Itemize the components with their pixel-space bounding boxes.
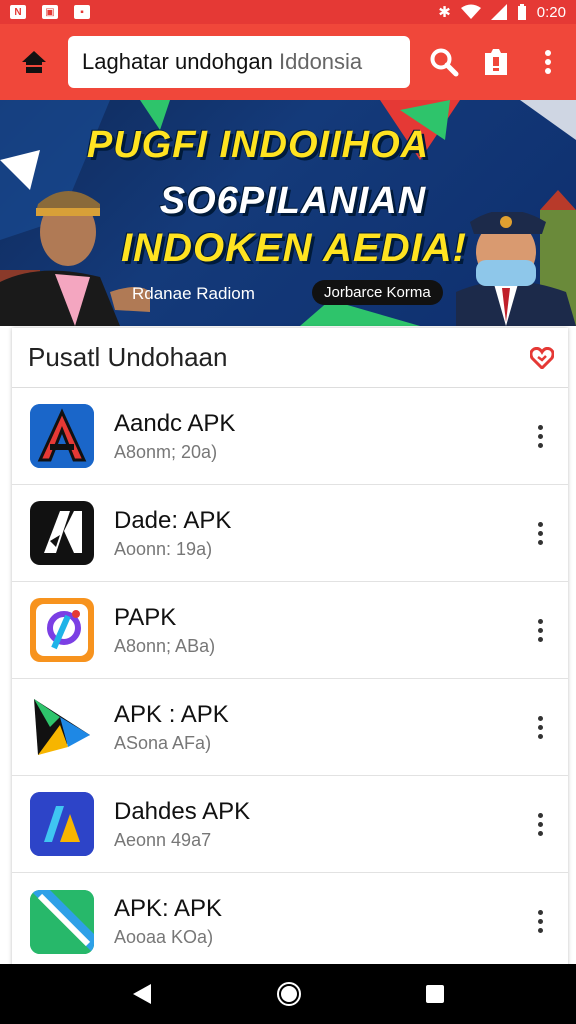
banner-caption-left: Rdanae Radiom xyxy=(132,284,255,303)
download-box-icon xyxy=(485,49,507,75)
app-name: Dade: APK xyxy=(114,506,232,534)
app-subtitle: ASona AFa) xyxy=(114,732,212,753)
search-input[interactable]: Laghatar undohgan Iddonsia xyxy=(68,36,410,88)
battery-icon xyxy=(517,4,526,20)
app-name: PAPK xyxy=(114,603,177,631)
home-icon xyxy=(22,51,46,73)
list-item[interactable]: APK: APK Aooaa KOa) xyxy=(12,873,568,970)
system-nav-bar xyxy=(0,964,576,1024)
list-item[interactable]: Dade: APK Aoonn: 19a) xyxy=(12,485,568,582)
more-options-icon[interactable] xyxy=(528,910,552,933)
list-item[interactable]: APK : APK ASona AFa) xyxy=(12,679,568,776)
wifi-icon xyxy=(460,4,481,19)
app-name: Aandc APK xyxy=(114,409,236,437)
status-left-icons: N ▣ ▪ xyxy=(10,5,90,19)
promo-banner[interactable]: PUGFI INDOIIHOA SO6PILANIAN INDOKEN AEDI… xyxy=(0,100,576,326)
list-item[interactable]: Aandc APK A8onm; 20a) xyxy=(12,388,568,485)
app-icon-apk-play xyxy=(30,695,94,759)
list-item[interactable]: PAPK A8onn; ABa) xyxy=(12,582,568,679)
more-options-icon[interactable] xyxy=(528,715,552,739)
status-right-icons: ✱ 0:20 xyxy=(438,3,566,22)
status-time: 0:20 xyxy=(536,3,566,21)
app-icon-aandc xyxy=(30,404,94,468)
card-title: Pusatl Undohaan xyxy=(28,342,228,372)
download-manager-button[interactable] xyxy=(476,42,516,82)
notification-icon: N xyxy=(10,5,26,19)
banner-caption-right: Jorbarce Korma xyxy=(312,280,443,305)
app-subtitle: Aoonn: 19a) xyxy=(114,538,213,559)
signal-icon xyxy=(490,4,507,20)
search-text-muted: Iddonsia xyxy=(278,49,363,74)
banner-headline-1: PUGFI INDOIIHOA xyxy=(86,124,430,166)
app-icon-apk-green xyxy=(30,889,94,954)
search-icon xyxy=(430,48,459,77)
search-button[interactable] xyxy=(424,42,464,82)
more-options-icon[interactable] xyxy=(528,521,552,545)
more-options-icon[interactable] xyxy=(528,812,552,836)
card-header: Pusatl Undohaan xyxy=(12,328,568,388)
banner-headline-3: INDOKEN AEDIA! xyxy=(121,226,467,270)
app-subtitle: Aooaa KOa) xyxy=(114,927,214,947)
banner-headline-2: SO6PILANIAN xyxy=(159,180,427,222)
download-list-card: Pusatl Undohaan Aandc APK A8onm; 20a) Da… xyxy=(12,328,568,968)
search-text: Laghatar undohgan xyxy=(82,49,273,74)
app-subtitle: A8onm; 20a) xyxy=(114,441,218,462)
app-subtitle: A8onn; ABa) xyxy=(114,635,216,656)
app-name: APK: APK xyxy=(114,895,223,922)
app-icon-dade xyxy=(30,501,94,565)
back-icon[interactable] xyxy=(131,982,153,1006)
app-name: Dahdes APK xyxy=(114,797,251,825)
recents-icon[interactable] xyxy=(425,984,445,1004)
app-icon-papk xyxy=(30,598,94,662)
favorite-icon[interactable] xyxy=(530,346,554,369)
app-icon-dahdes xyxy=(30,792,94,856)
status-bar: N ▣ ▪ ✱ 0:20 xyxy=(0,0,576,24)
image-icon: ▣ xyxy=(42,5,58,19)
list-item[interactable]: Dahdes APK Aeonn 49a7 xyxy=(12,776,568,873)
more-options-icon[interactable] xyxy=(528,618,552,642)
more-options-icon[interactable] xyxy=(528,424,552,448)
app-subtitle: Aeonn 49a7 xyxy=(114,829,212,850)
app-bar: Laghatar undohgan Iddonsia xyxy=(0,24,576,100)
vibrate-icon: ✱ xyxy=(438,4,451,21)
doc-icon: ▪ xyxy=(74,5,90,19)
home-button[interactable] xyxy=(0,24,68,100)
app-name: APK : APK xyxy=(114,700,229,728)
home-nav-icon[interactable] xyxy=(276,981,302,1007)
more-vert-icon xyxy=(545,50,551,74)
overflow-menu-button[interactable] xyxy=(528,42,568,82)
